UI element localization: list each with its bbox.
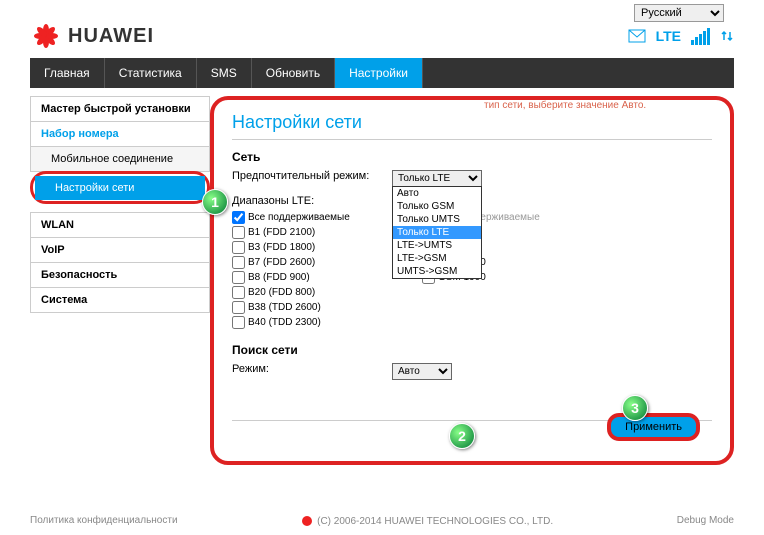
dropdown-option[interactable]: UMTS->GSM [393, 265, 481, 278]
logo: HUAWEI [30, 22, 154, 50]
privacy-link[interactable]: Политика конфиденциальности [30, 515, 178, 527]
pref-mode-dropdown[interactable]: АвтоТолько GSMТолько UMTSТолько LTELTE->… [392, 186, 482, 279]
lte-label: LTE [656, 28, 681, 44]
copyright: (C) 2006-2014 HUAWEI TECHNOLOGIES CO., L… [301, 515, 553, 527]
lte-band-checkbox[interactable]: B38 (TDD 2600) [232, 301, 392, 314]
lte-band-checkbox[interactable]: B20 (FDD 800) [232, 286, 392, 299]
all-lte-checkbox[interactable]: Все поддерживаемые [232, 211, 392, 224]
note-text: тип сети, выберите значение Авто. [484, 100, 646, 111]
sidebar-item-security[interactable]: Безопасность [30, 262, 210, 288]
annotation-marker-3: 3 [622, 395, 648, 421]
sidebar-item-dialup[interactable]: Набор номера [30, 121, 210, 147]
section-search: Поиск сети [232, 343, 712, 357]
updown-icon [720, 28, 734, 44]
nav-0[interactable]: Главная [30, 58, 105, 88]
sidebar-item-wlan[interactable]: WLAN [30, 212, 210, 238]
nav-3[interactable]: Обновить [252, 58, 335, 88]
lte-band-checkbox[interactable]: B8 (FDD 900) [232, 271, 392, 284]
dropdown-option[interactable]: Только UMTS [393, 213, 481, 226]
search-mode-select[interactable]: Авто [392, 363, 452, 380]
dropdown-option[interactable]: LTE->UMTS [393, 239, 481, 252]
debug-link[interactable]: Debug Mode [677, 515, 734, 527]
annotation-marker-1: 1 [202, 189, 228, 215]
brand-text: HUAWEI [68, 25, 154, 48]
dropdown-option[interactable]: Авто [393, 187, 481, 200]
lte-band-checkbox[interactable]: B1 (FDD 2100) [232, 226, 392, 239]
lte-band-checkbox[interactable]: B7 (FDD 2600) [232, 256, 392, 269]
page-title: Настройки сети [232, 112, 712, 140]
sidebar-item-network[interactable]: Настройки сети [35, 176, 205, 200]
dropdown-option[interactable]: LTE->GSM [393, 252, 481, 265]
sidebar-label-network: Настройки сети [55, 182, 134, 194]
sidebar-item-voip[interactable]: VoIP [30, 237, 210, 263]
section-network: Сеть [232, 150, 712, 164]
signal-icon [691, 28, 710, 45]
annotation-marker-2: 2 [449, 423, 475, 449]
sidebar-item-mobile[interactable]: Мобильное соединение [30, 146, 210, 172]
status-icons: LTE [628, 28, 734, 45]
lte-band-checkbox[interactable]: B40 (TDD 2300) [232, 316, 392, 329]
mode-label: Режим: [232, 363, 392, 375]
nav-2[interactable]: SMS [197, 58, 252, 88]
language-select[interactable]: Русский [634, 4, 724, 22]
huawei-flower-icon-small [301, 515, 313, 527]
dropdown-option[interactable]: Только LTE [393, 226, 481, 239]
main-nav: ГлавнаяСтатистикаSMSОбновитьНастройки [30, 58, 734, 88]
lte-bands-label: Диапазоны LTE: [232, 195, 392, 207]
sidebar-item-system[interactable]: Система [30, 287, 210, 313]
lte-band-checkbox[interactable]: B3 (FDD 1800) [232, 241, 392, 254]
apply-button[interactable]: Применить [607, 413, 700, 441]
pref-mode-select[interactable]: Только LTE [392, 170, 482, 187]
huawei-flower-icon [30, 22, 62, 50]
nav-1[interactable]: Статистика [105, 58, 197, 88]
content-panel: Настройки сети Сеть Предпочтительный реж… [210, 96, 734, 465]
pref-mode-label: Предпочтительный режим: [232, 170, 392, 182]
sidebar: Мастер быстрой установки Набор номера Мо… [30, 88, 210, 465]
mail-icon [628, 29, 646, 43]
nav-4[interactable]: Настройки [335, 58, 423, 88]
dropdown-option[interactable]: Только GSM [393, 200, 481, 213]
sidebar-item-wizard[interactable]: Мастер быстрой установки [30, 96, 210, 122]
